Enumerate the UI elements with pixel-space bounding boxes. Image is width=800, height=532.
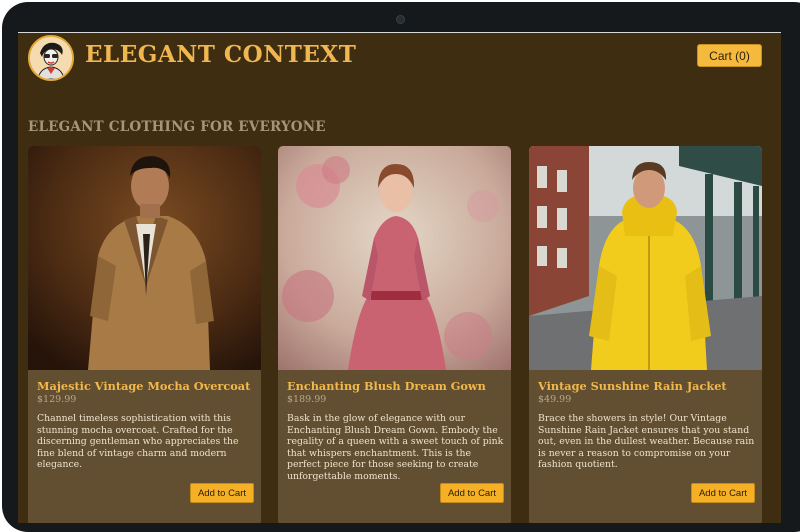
product-title: Vintage Sunshine Rain Jacket (538, 379, 727, 393)
product-card: Majestic Vintage Mocha Overcoat $129.99 … (28, 146, 261, 523)
add-to-cart-button[interactable]: Add to Cart (440, 483, 504, 503)
site-title: ELEGANT CONTEXT (85, 41, 357, 68)
cart-button[interactable]: Cart (0) (697, 44, 762, 67)
product-image-rain-jacket[interactable] (529, 146, 762, 370)
product-description: Channel timeless sophistication with thi… (37, 413, 239, 471)
product-description: Bask in the glow of elegance with our En… (287, 413, 504, 482)
product-title: Enchanting Blush Dream Gown (287, 379, 486, 393)
add-to-cart-button[interactable]: Add to Cart (190, 483, 254, 503)
product-price: $49.99 (538, 394, 572, 405)
add-to-cart-button[interactable]: Add to Cart (691, 483, 755, 503)
section-heading: ELEGANT CLOTHING FOR EVERYONE (28, 119, 326, 135)
product-description: Brace the showers in style! Our Vintage … (538, 413, 755, 471)
product-image-gown[interactable] (278, 146, 511, 370)
product-image-overcoat[interactable] (28, 146, 261, 370)
product-price: $129.99 (37, 394, 77, 405)
product-card: Vintage Sunshine Rain Jacket $49.99 Brac… (529, 146, 762, 523)
product-title: Majestic Vintage Mocha Overcoat (37, 379, 251, 393)
product-price: $189.99 (287, 394, 327, 405)
brand-logo[interactable] (28, 35, 74, 81)
product-card: Enchanting Blush Dream Gown $189.99 Bask… (278, 146, 511, 523)
camera-icon (396, 15, 405, 24)
browser-viewport: ELEGANT CONTEXT Cart (0) ELEGANT CLOTHIN… (18, 32, 781, 523)
